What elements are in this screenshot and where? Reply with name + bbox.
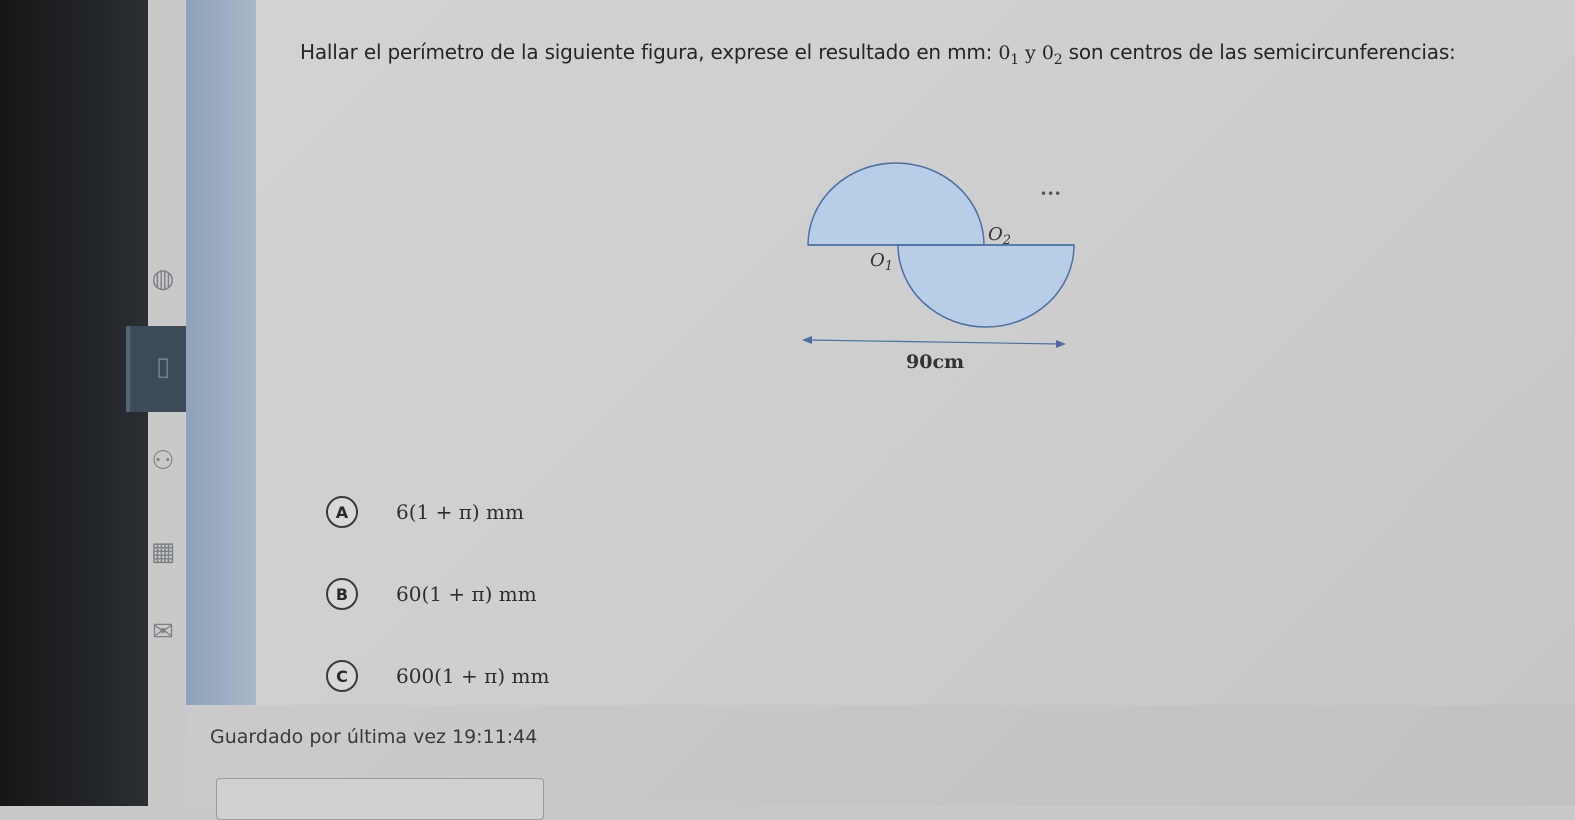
book-icon[interactable]: ▯: [146, 350, 180, 384]
upper-semicircle: [807, 162, 985, 246]
lower-semicircle: [897, 244, 1075, 328]
people-icon[interactable]: ⚇: [146, 444, 180, 478]
option-c-badge[interactable]: C: [326, 660, 358, 692]
option-a-text: 6(1 + π) mm: [396, 500, 524, 524]
option-b[interactable]: B 60(1 + π) mm: [326, 576, 537, 612]
question-prefix: Hallar el perímetro de la siguiente figu…: [300, 40, 993, 64]
semicircles-figure: ••• O2 O1 90cm: [802, 162, 1075, 373]
option-a[interactable]: A 6(1 + π) mm: [326, 494, 524, 530]
center-o1-label: 01: [998, 42, 1019, 68]
side-panel-strip: [186, 0, 256, 705]
mail-icon[interactable]: ✉: [146, 615, 180, 649]
more-menu-icon: •••: [1040, 187, 1061, 201]
saved-time: 19:11:44: [452, 726, 538, 748]
option-c-text: 600(1 + π) mm: [396, 664, 550, 688]
bottom-panel[interactable]: [216, 778, 544, 820]
center-o2-label: 02: [1041, 42, 1063, 68]
question-suffix: son centros de las semicircunferencias:: [1068, 40, 1456, 64]
conjunction: y: [1025, 42, 1036, 64]
option-a-badge[interactable]: A: [326, 496, 358, 528]
dimension-arrow-left: [802, 336, 812, 344]
saved-status: Guardado por última vez 19:11:44: [210, 726, 543, 748]
figure-label-o1: O1: [870, 250, 893, 274]
option-c[interactable]: C 600(1 + π) mm: [326, 658, 549, 694]
option-b-text: 60(1 + π) mm: [396, 582, 537, 606]
question-text: Hallar el perímetro de la siguiente figu…: [300, 40, 1560, 68]
figure-label-o2: O2: [988, 224, 1011, 248]
option-b-badge[interactable]: B: [326, 578, 358, 610]
dimension-line: [807, 339, 1061, 345]
dimension-label: 90cm: [906, 351, 964, 373]
saved-label: Guardado por última vez: [210, 726, 446, 748]
dimension-arrow-right: [1056, 340, 1066, 348]
globe-icon[interactable]: ◍: [146, 262, 180, 296]
calendar-icon[interactable]: ▦: [146, 535, 180, 569]
